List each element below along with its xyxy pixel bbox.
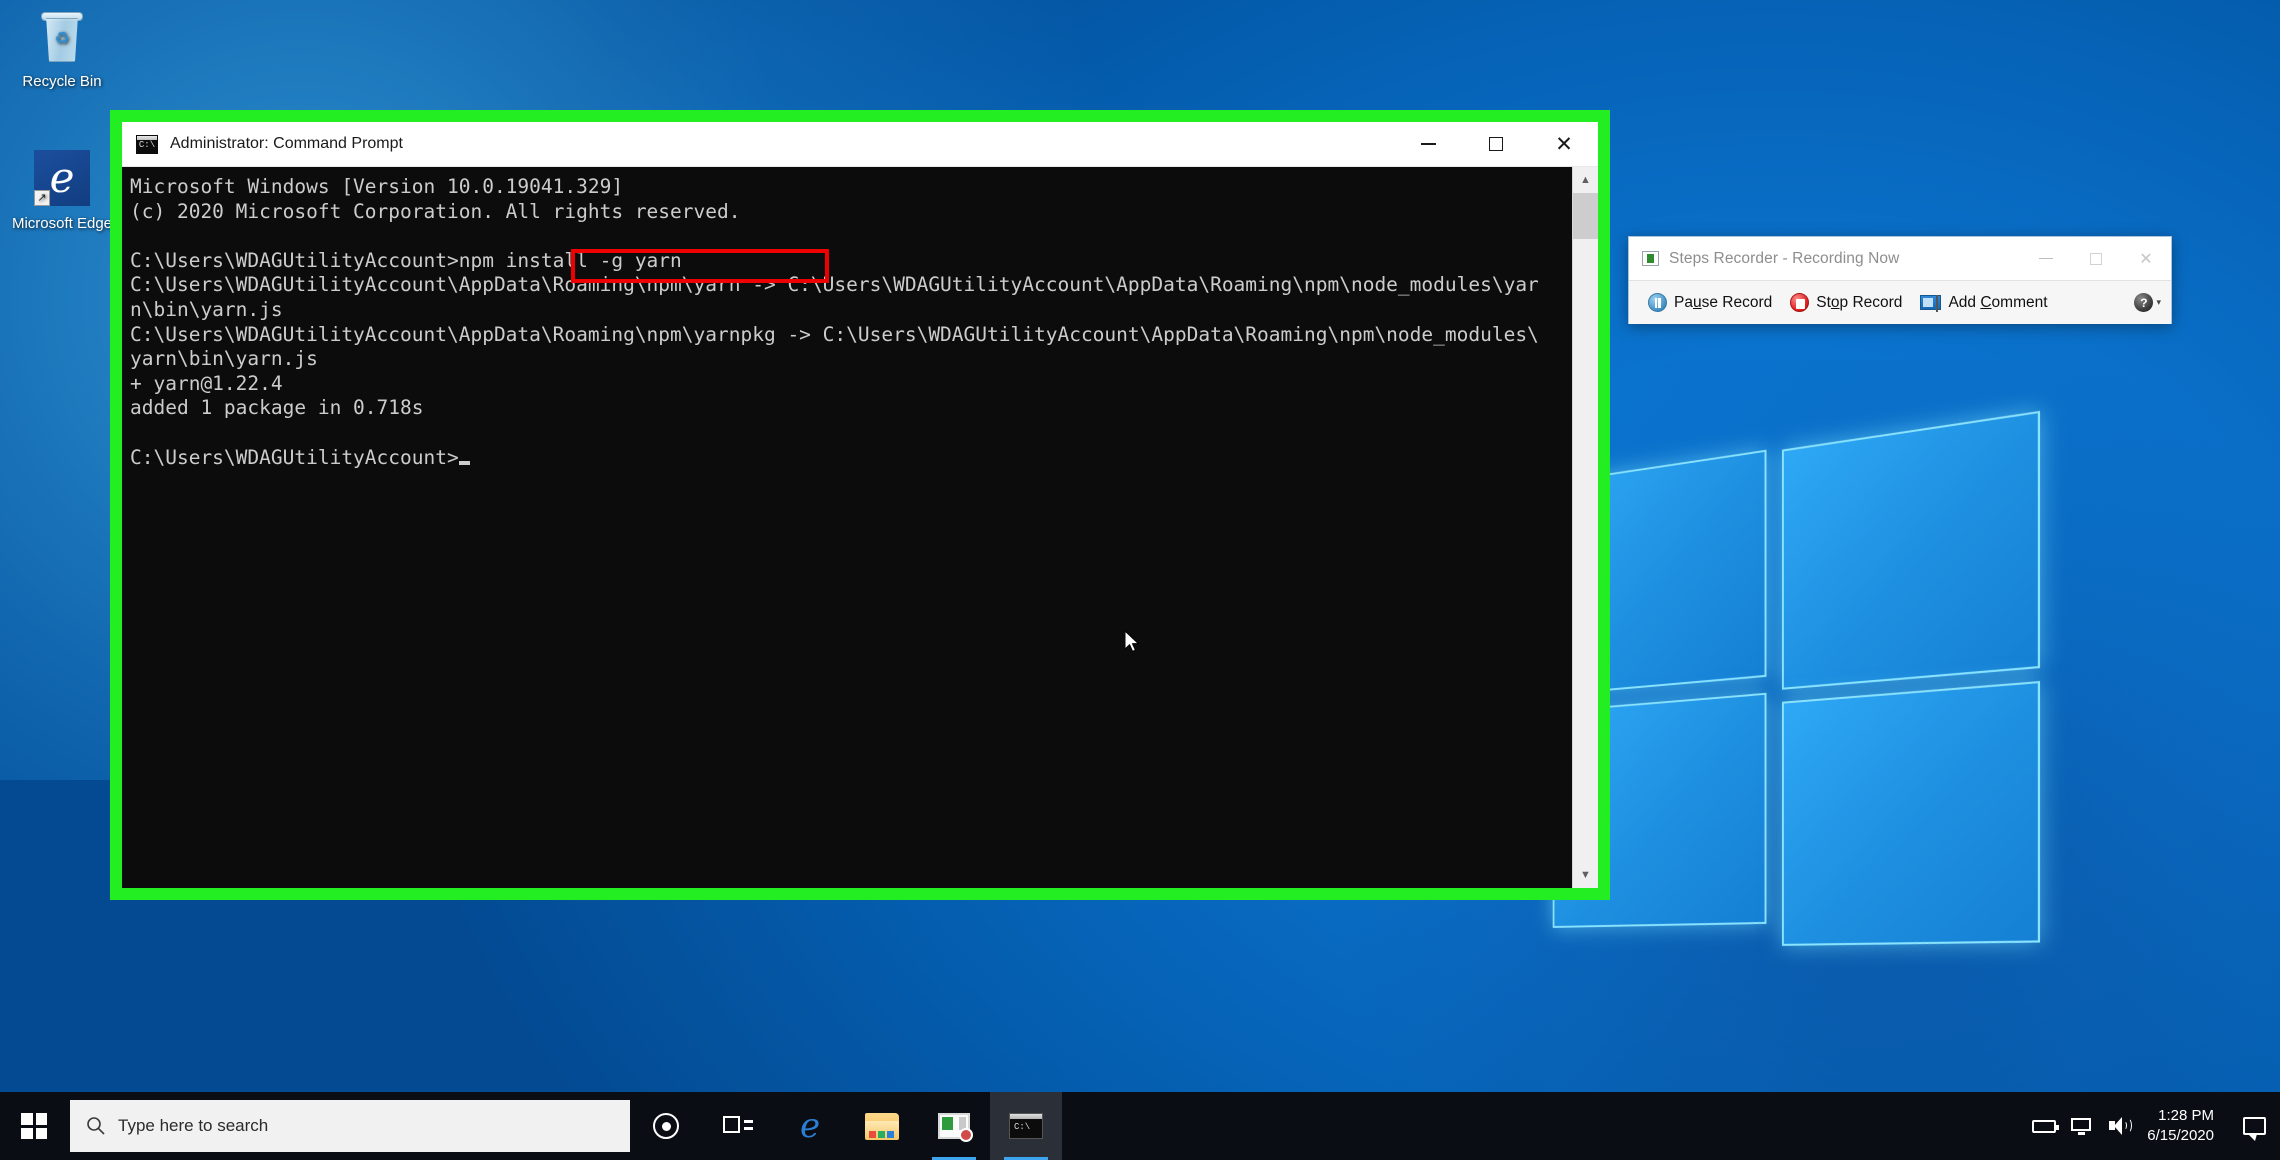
command-prompt-titlebar[interactable]: C:\ Administrator: Command Prompt ✕ bbox=[122, 122, 1598, 167]
edge-icon: e ↗ bbox=[6, 150, 118, 210]
help-icon[interactable]: ? bbox=[2134, 293, 2154, 312]
command-prompt-close-button[interactable]: ✕ bbox=[1530, 122, 1598, 167]
taskbar-item-command-prompt[interactable]: C:\ bbox=[990, 1092, 1062, 1160]
search-input[interactable]: Type here to search bbox=[70, 1100, 630, 1152]
pause-icon bbox=[1648, 293, 1667, 312]
search-placeholder: Type here to search bbox=[118, 1116, 269, 1135]
system-tray[interactable]: 1:28 PM 6/15/2020 bbox=[2025, 1092, 2280, 1160]
command-prompt-title: Administrator: Command Prompt bbox=[170, 135, 403, 152]
command-prompt-icon: C:\ bbox=[1009, 1113, 1043, 1139]
shortcut-arrow-icon: ↗ bbox=[34, 190, 50, 206]
console-text: Microsoft Windows [Version 10.0.19041.32… bbox=[130, 175, 1539, 469]
scrollbar-thumb[interactable] bbox=[1573, 193, 1598, 239]
steps-recorder-title: Steps Recorder - Recording Now bbox=[1669, 249, 1900, 267]
stop-icon bbox=[1790, 293, 1810, 312]
steps-recorder-minimize-button[interactable] bbox=[2021, 237, 2071, 281]
command-prompt-maximize-button[interactable] bbox=[1462, 122, 1530, 167]
steps-recorder-app-icon bbox=[1642, 251, 1659, 266]
console-output-area[interactable]: Microsoft Windows [Version 10.0.19041.32… bbox=[122, 167, 1572, 888]
desktop-icon-label: Microsoft Edge bbox=[11, 215, 113, 232]
task-view-icon bbox=[723, 1114, 753, 1138]
battery-icon[interactable] bbox=[2025, 1092, 2063, 1160]
clock-time: 1:28 PM bbox=[2158, 1107, 2214, 1124]
scrollbar-up-arrow-icon[interactable]: ▲ bbox=[1573, 167, 1598, 193]
taskbar-item-cortana[interactable] bbox=[630, 1092, 702, 1160]
command-prompt-minimize-button[interactable] bbox=[1394, 122, 1462, 167]
desktop-icon-recycle-bin[interactable]: ♻ Recycle Bin bbox=[6, 8, 118, 90]
scrollbar-down-arrow-icon[interactable]: ▼ bbox=[1573, 862, 1598, 888]
command-prompt-body: Microsoft Windows [Version 10.0.19041.32… bbox=[122, 167, 1598, 888]
taskbar-item-task-view[interactable] bbox=[702, 1092, 774, 1160]
steps-recorder-close-button[interactable]: ✕ bbox=[2121, 237, 2171, 281]
steps-recorder-toolbar: Pause Record Stop Record Add Comment ? ▾ bbox=[1629, 281, 2171, 324]
clock-date: 6/15/2020 bbox=[2147, 1127, 2214, 1144]
stop-record-button[interactable]: Stop Record bbox=[1781, 289, 1911, 316]
add-comment-button[interactable]: Add Comment bbox=[1911, 290, 2056, 316]
network-icon[interactable] bbox=[2063, 1092, 2101, 1160]
notifications-icon bbox=[2242, 1117, 2266, 1141]
taskbar-item-steps-recorder[interactable] bbox=[918, 1092, 990, 1160]
volume-icon[interactable] bbox=[2101, 1092, 2139, 1160]
pause-record-button[interactable]: Pause Record bbox=[1639, 289, 1781, 316]
console-caret bbox=[458, 460, 470, 465]
mouse-cursor bbox=[1125, 631, 1140, 653]
steps-recorder-window[interactable]: Steps Recorder - Recording Now ✕ Pause R… bbox=[1628, 236, 2172, 324]
desktop[interactable]: ♻ Recycle Bin e ↗ Microsoft Edge Steps R… bbox=[0, 0, 2280, 1160]
desktop-icon-label: Recycle Bin bbox=[22, 73, 102, 90]
taskbar-item-file-explorer[interactable] bbox=[846, 1092, 918, 1160]
command-prompt-focus-highlight: C:\ Administrator: Command Prompt ✕ Micr… bbox=[110, 110, 1610, 900]
action-center-button[interactable] bbox=[2228, 1092, 2280, 1160]
search-icon bbox=[87, 1117, 105, 1135]
steps-recorder-icon bbox=[938, 1113, 973, 1142]
command-prompt-window[interactable]: C:\ Administrator: Command Prompt ✕ Micr… bbox=[122, 122, 1598, 888]
steps-recorder-maximize-button[interactable] bbox=[2071, 237, 2121, 281]
edge-icon: e bbox=[799, 1106, 821, 1146]
windows-logo-icon bbox=[21, 1113, 47, 1139]
clock[interactable]: 1:28 PM 6/15/2020 bbox=[2139, 1106, 2228, 1146]
console-scrollbar[interactable]: ▲ ▼ bbox=[1572, 167, 1598, 888]
help-dropdown-caret-icon[interactable]: ▾ bbox=[2156, 297, 2161, 308]
taskbar-item-microsoft-edge[interactable]: e bbox=[774, 1092, 846, 1160]
comment-icon bbox=[1920, 295, 1942, 312]
desktop-icon-microsoft-edge[interactable]: e ↗ Microsoft Edge bbox=[6, 150, 118, 232]
scrollbar-track[interactable] bbox=[1573, 193, 1598, 862]
cortana-icon bbox=[653, 1113, 679, 1139]
file-explorer-icon bbox=[865, 1112, 899, 1140]
start-button[interactable] bbox=[0, 1092, 68, 1160]
command-prompt-app-icon: C:\ bbox=[136, 134, 158, 154]
wallpaper-windows-logo bbox=[1552, 410, 2041, 978]
recycle-bin-icon: ♻ bbox=[6, 8, 118, 68]
taskbar[interactable]: Type here to search e C:\ 1:28 PM 6/15/2… bbox=[0, 1092, 2280, 1160]
steps-recorder-titlebar[interactable]: Steps Recorder - Recording Now ✕ bbox=[1629, 237, 2171, 281]
